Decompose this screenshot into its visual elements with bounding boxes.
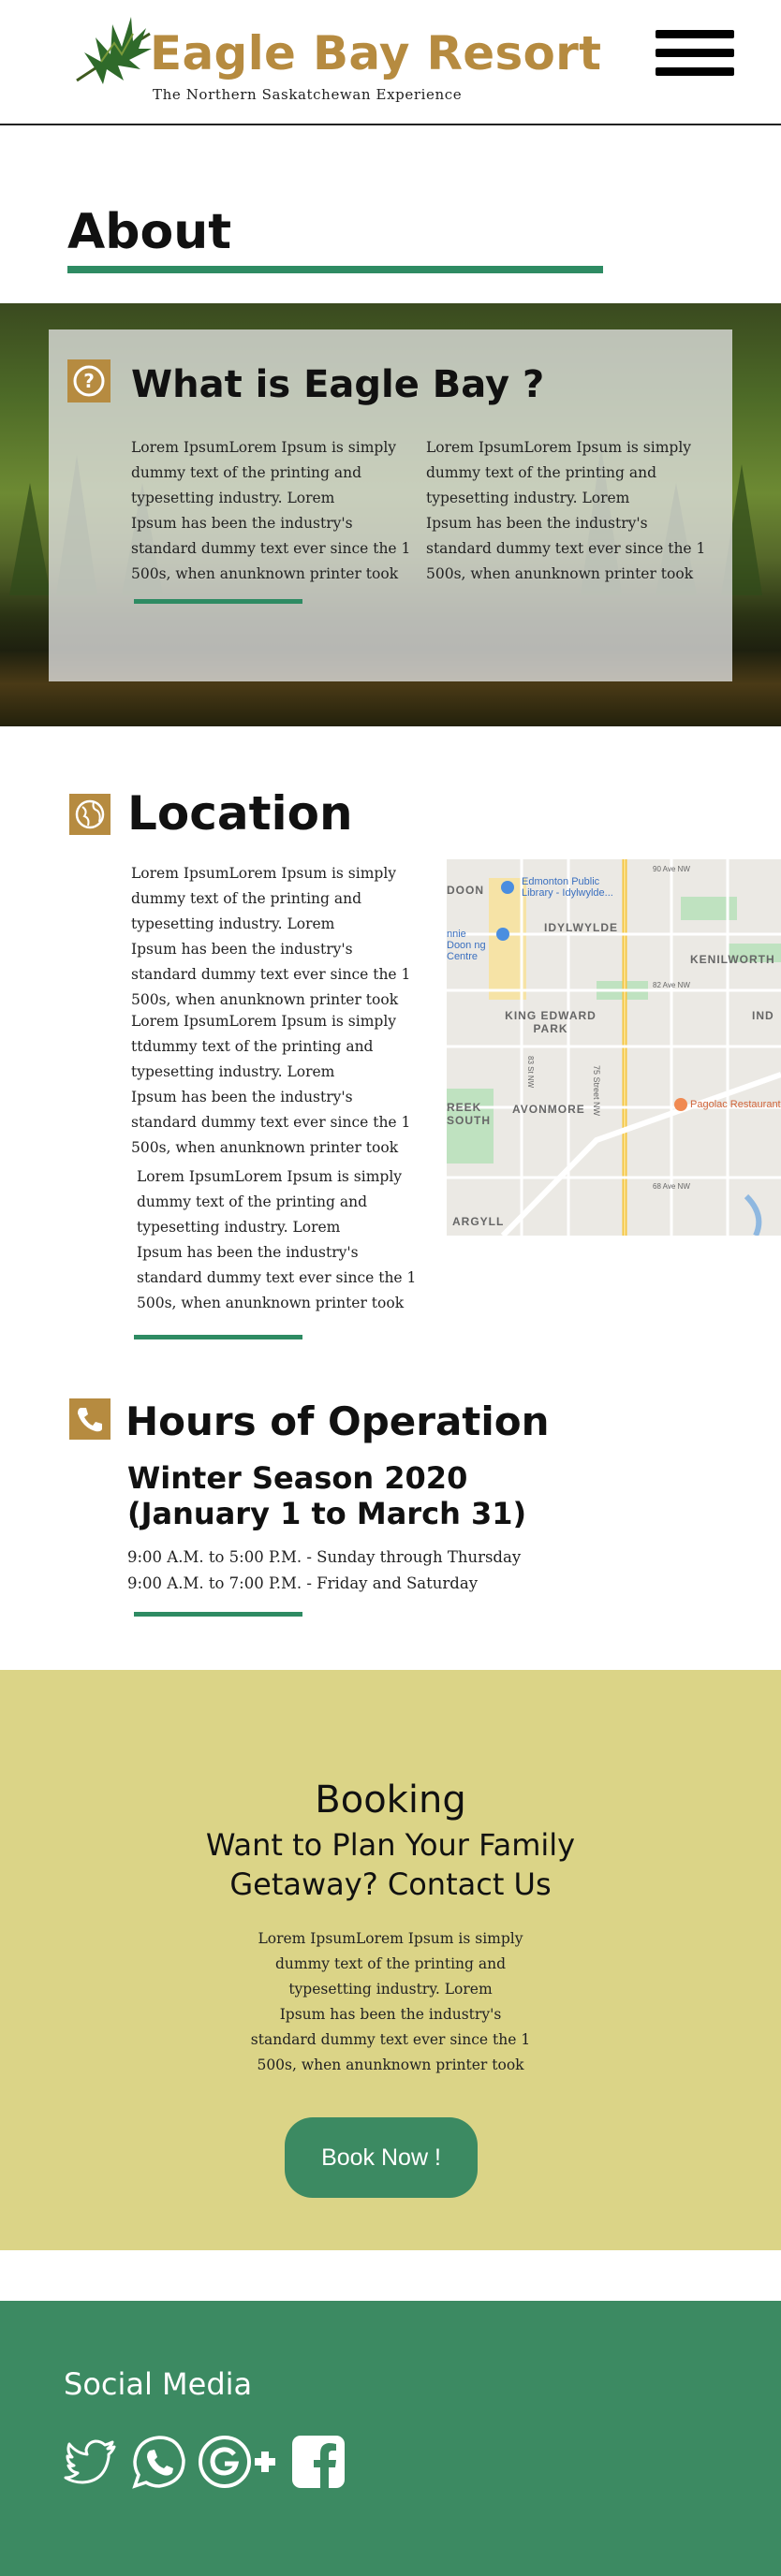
brand-tagline: The Northern Saskatchewan Experience — [153, 86, 463, 103]
pine-branch-logo[interactable] — [67, 6, 154, 92]
book-now-button[interactable]: Book Now ! — [285, 2117, 478, 2198]
map-label-argyll: ARGYLL — [452, 1215, 505, 1228]
hamburger-menu-button[interactable] — [656, 30, 734, 77]
globe-icon — [69, 794, 111, 835]
phone-icon — [69, 1398, 111, 1440]
map-label-kenilworth: KENILWORTH — [690, 953, 775, 966]
map-label-68-ave: 68 Ave NW — [653, 1182, 690, 1191]
map-label-90-ave: 90 Ave NW — [653, 865, 690, 873]
card-text-left: Lorem IpsumLorem Ipsum is simply dummy t… — [131, 439, 411, 582]
map-label-75-street: 75 Street NW — [592, 1065, 601, 1117]
booking-title: Booking — [315, 1778, 466, 1822]
svg-text:?: ? — [83, 370, 95, 392]
map-label-nnie-doon: nnie Doon ng Centre — [447, 929, 486, 962]
whatsapp-icon[interactable] — [131, 2434, 187, 2490]
question-icon: ? — [67, 359, 111, 402]
location-text-3: Lorem IpsumLorem Ipsum is simply dummy t… — [137, 1168, 417, 1311]
season-name: Winter Season 2020 — [127, 1460, 468, 1496]
booking-text: Lorem IpsumLorem Ipsum is simply dummy te… — [250, 1930, 531, 2073]
map-label-83-st: 83 St NW — [526, 1056, 535, 1089]
hours-line-weekday: 9:00 A.M. to 5:00 P.M. - Sunday through … — [127, 1548, 522, 1566]
card-title: What is Eagle Bay ? — [131, 363, 545, 406]
about-heading: About — [67, 204, 232, 260]
map-label-ind: IND — [752, 1009, 774, 1022]
about-underline — [67, 266, 603, 273]
booking-subtitle: Want to Plan Your Family Getaway? Contac… — [205, 1827, 576, 1902]
card-divider — [134, 599, 302, 604]
location-map[interactable]: DOON Edmonton Public Library - Idylwylde… — [447, 859, 781, 1236]
location-text-2: Lorem IpsumLorem Ipsum is simply ttdummy … — [131, 1013, 411, 1156]
location-text-1: Lorem IpsumLorem Ipsum is simply dummy t… — [131, 865, 411, 1008]
facebook-icon[interactable] — [290, 2434, 346, 2490]
map-label-avonmore: AVONMORE — [512, 1103, 585, 1116]
google-plus-icon[interactable] — [197, 2434, 281, 2490]
map-label-creek-south: REEK SOUTH — [447, 1101, 491, 1127]
map-label-library: Edmonton Public Library - Idylwylde... — [522, 876, 613, 899]
location-divider — [134, 1335, 302, 1339]
social-media-title: Social Media — [64, 2366, 253, 2402]
map-label-doon: DOON — [447, 884, 484, 897]
hours-title: Hours of Operation — [125, 1398, 550, 1444]
site-header: Eagle Bay Resort The Northern Saskatchew… — [0, 0, 781, 125]
map-label-idylwylde: IDYLWYLDE — [544, 921, 619, 934]
hours-divider — [134, 1612, 302, 1617]
card-text-right: Lorem IpsumLorem Ipsum is simply dummy t… — [426, 439, 706, 582]
map-label-pagolac: Pagolac Restaurant — [690, 1099, 781, 1110]
hours-line-weekend: 9:00 A.M. to 7:00 P.M. - Friday and Satu… — [127, 1574, 479, 1592]
map-label-king-edward-park: KING EDWARD PARK — [505, 1009, 597, 1035]
location-title: Location — [127, 786, 353, 841]
twitter-icon[interactable] — [64, 2434, 120, 2490]
season-heading: Winter Season 2020 (January 1 to March 3… — [127, 1460, 526, 1531]
season-range: (January 1 to March 31) — [127, 1496, 527, 1531]
map-label-82-ave: 82 Ave NW — [653, 981, 690, 989]
brand-title[interactable]: Eagle Bay Resort — [150, 26, 601, 80]
